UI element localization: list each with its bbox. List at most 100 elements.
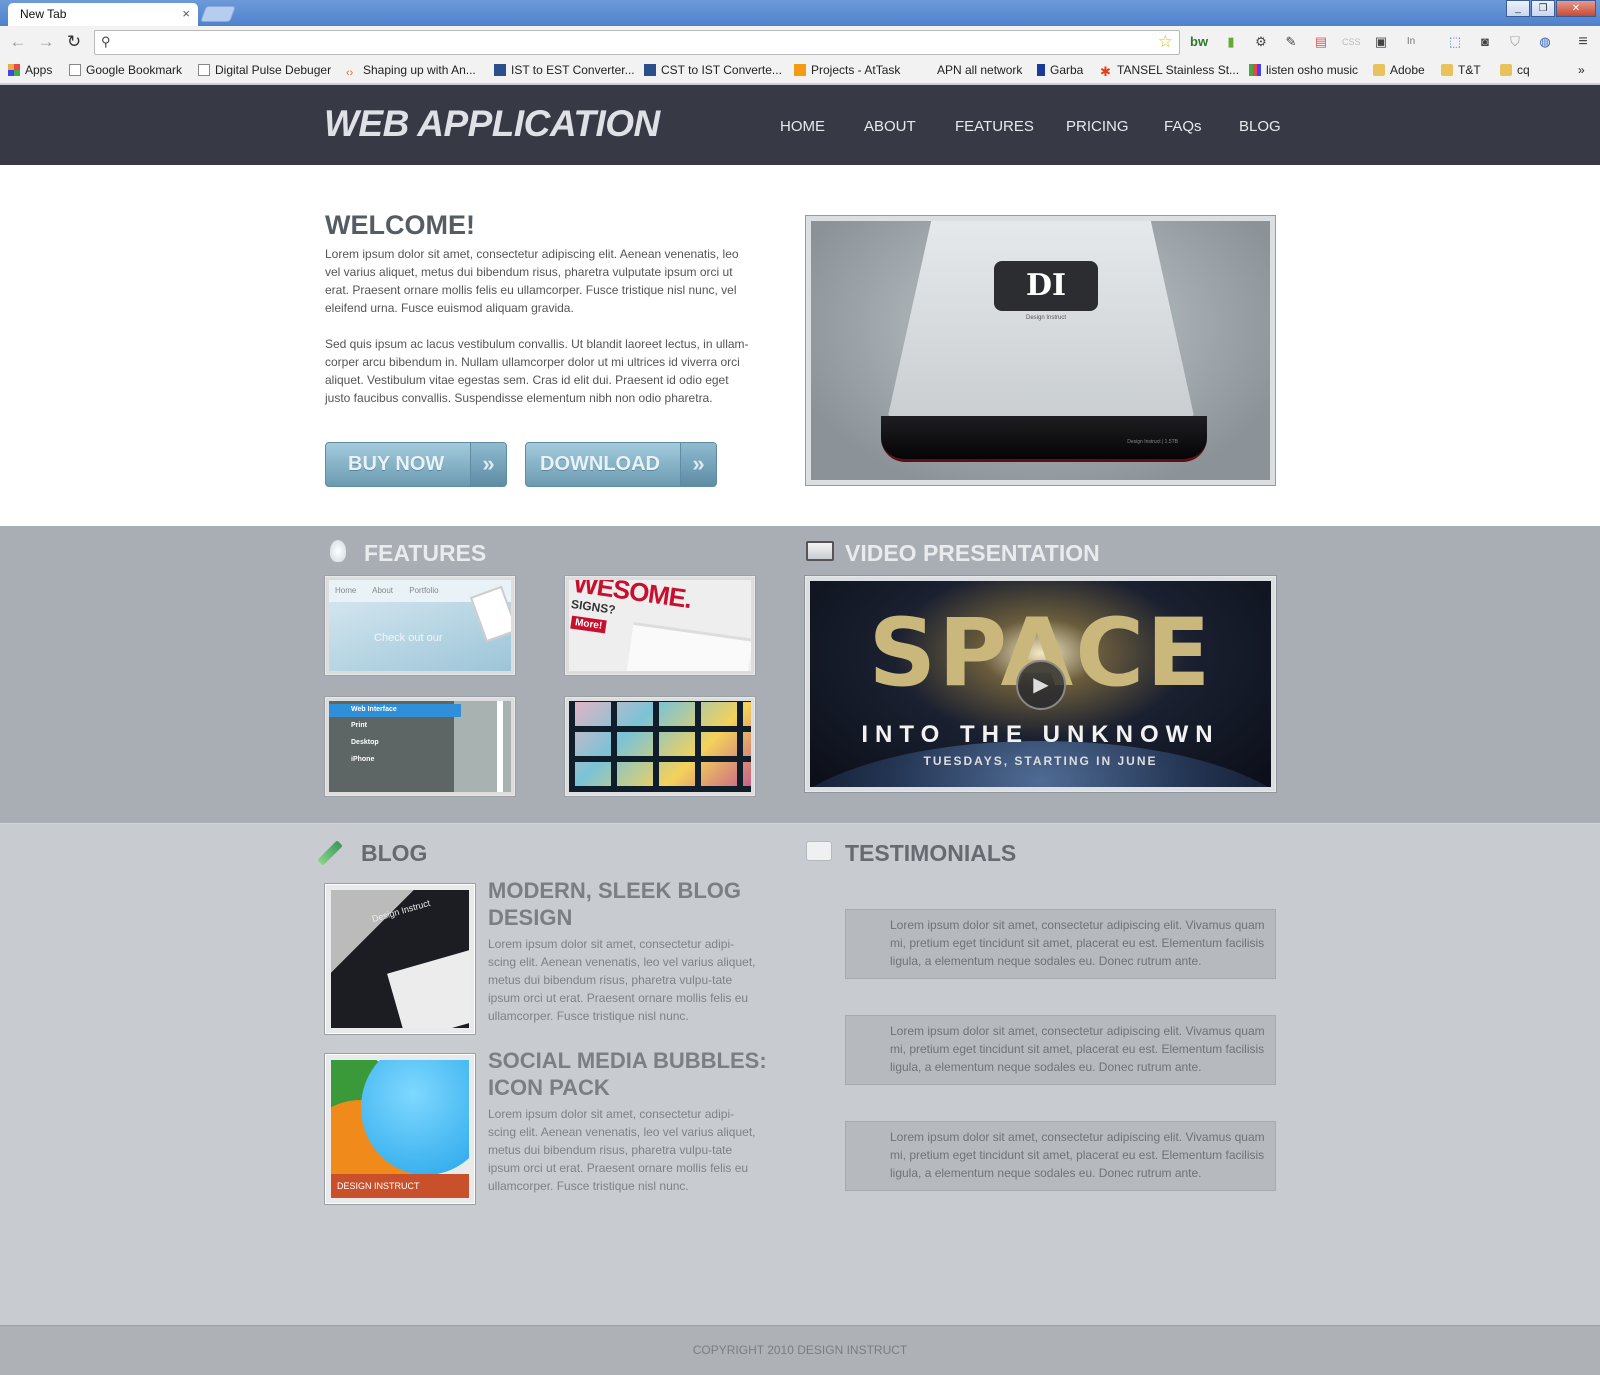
blog-post-image[interactable]: Design Instruct — [325, 884, 475, 1034]
feature-thumbnail[interactable]: Home About Portfolio Check out our — [325, 576, 515, 675]
bookmark-item[interactable]: listen osho music — [1249, 63, 1358, 77]
drive-label: Design Instruct | 1.5TB — [1127, 439, 1178, 445]
blog-post-image[interactable]: DESIGN INSTRUCT — [325, 1054, 475, 1204]
hero-image: DI Design Instruct Design Instruct | 1.5… — [805, 215, 1276, 486]
bookmark-folder[interactable]: cq — [1500, 63, 1530, 77]
bw-extension-icon[interactable]: bw — [1190, 33, 1208, 51]
address-input[interactable] — [121, 33, 1141, 52]
gear-icon[interactable]: ⚙ — [1252, 33, 1270, 51]
tab-title: New Tab — [20, 7, 67, 21]
extension-icon[interactable]: ▤ — [1312, 33, 1330, 51]
extension-icon[interactable]: ▣ — [1372, 33, 1390, 51]
tab-close-icon[interactable]: × — [182, 6, 190, 21]
bookmark-star-icon[interactable]: ☆ — [1158, 32, 1173, 52]
music-icon — [1249, 64, 1261, 76]
testimonial-card: Lorem ipsum dolor sit amet, consectetur … — [845, 909, 1276, 979]
nav-about[interactable]: ABOUT — [864, 118, 916, 135]
monitor-icon — [806, 541, 834, 561]
linkedin-extension-icon[interactable]: In — [1402, 33, 1420, 51]
site-header: WEB APPLICATION HOME ABOUT FEATURES PRIC… — [0, 85, 1600, 165]
bookmark-item[interactable]: ✱ TANSEL Stainless St... — [1100, 63, 1239, 78]
code-icon: ‹› — [346, 67, 354, 79]
clock-icon — [494, 64, 506, 76]
bookmark-item[interactable]: APN all network — [937, 63, 1022, 77]
site-footer: COPYRIGHT 2010 DESIGN INSTRUCT — [0, 1325, 1600, 1375]
bookmark-item[interactable]: Google Bookmark — [69, 63, 182, 77]
clock-icon — [644, 64, 656, 76]
blog-post-title[interactable]: MODERN, SLEEK BLOG DESIGN — [488, 877, 778, 931]
feature-thumbnail[interactable]: Web Interface Print Desktop iPhone — [325, 697, 515, 796]
bookmark-item[interactable]: CST to IST Converte... — [644, 63, 782, 77]
blog-post-excerpt: Lorem ipsum dolor sit amet, consectetur … — [488, 937, 756, 1023]
buy-now-label: BUY NOW — [348, 453, 445, 475]
nav-faqs[interactable]: FAQs — [1164, 118, 1202, 135]
eyedropper-icon[interactable]: ✎ — [1282, 33, 1300, 51]
new-tab-button[interactable] — [200, 6, 236, 22]
video-subline: INTO THE UNKNOWN — [861, 721, 1220, 748]
welcome-paragraph: Lorem ipsum dolor sit amet, consectetur … — [325, 247, 739, 315]
welcome-paragraph: Sed quis ipsum ac lacus vestibulum conva… — [325, 337, 749, 405]
page-icon — [198, 64, 210, 76]
thumb-nav-item: Home — [335, 586, 357, 595]
play-icon[interactable]: ▶ — [1016, 660, 1066, 710]
mask-icon[interactable]: ◙ — [1476, 33, 1494, 51]
menu-icon[interactable]: ≡ — [1574, 33, 1592, 51]
css-extension-icon[interactable]: CSS — [1342, 33, 1361, 51]
bookmark-item[interactable]: IST to EST Converter... — [494, 63, 635, 77]
bookmark-icon — [1037, 64, 1045, 76]
bookmarks-overflow-icon[interactable]: » — [1578, 63, 1585, 77]
screen-capture-icon[interactable]: ⬚ — [1446, 33, 1464, 51]
nav-features[interactable]: FEATURES — [955, 118, 1034, 135]
video-player[interactable]: SPACE INTO THE UNKNOWN TUESDAYS, STARTIN… — [805, 576, 1276, 792]
site-logo[interactable]: WEB APPLICATION — [324, 103, 660, 145]
blog-post-title[interactable]: SOCIAL MEDIA BUBBLES: ICON PACK — [488, 1047, 778, 1101]
nav-blog[interactable]: BLOG — [1239, 118, 1281, 135]
minimize-icon[interactable]: _ — [1506, 0, 1530, 17]
apps-icon — [8, 64, 20, 76]
download-button[interactable]: DOWNLOAD » — [525, 442, 717, 487]
hero-section: WELCOME! Lorem ipsum dolor sit amet, con… — [0, 165, 1600, 526]
blog-title: BLOG — [361, 840, 428, 866]
bookmark-item[interactable]: Garba — [1037, 63, 1083, 77]
shield-icon[interactable]: ⛉ — [1506, 33, 1524, 51]
extension-icon[interactable]: ▮ — [1222, 33, 1240, 51]
buy-now-button[interactable]: BUY NOW » — [325, 442, 507, 487]
browser-tab[interactable]: New Tab × — [8, 3, 198, 26]
bookmark-apps[interactable]: Apps — [8, 63, 52, 77]
browser-tab-bar: New Tab × _ ❐ ✕ — [0, 0, 1600, 26]
page-icon — [69, 64, 81, 76]
double-chevron-icon: » — [680, 443, 716, 486]
nav-home[interactable]: HOME — [780, 118, 825, 135]
bookmark-folder[interactable]: T&T — [1441, 63, 1481, 77]
blog-image-caption: Design Instruct — [370, 897, 432, 925]
video-title: VIDEO PRESENTATION — [845, 540, 1100, 566]
double-chevron-icon: » — [470, 443, 506, 486]
thumb-caption: Check out our — [374, 632, 443, 644]
back-icon[interactable]: ← — [8, 32, 28, 52]
testimonials-title: TESTIMONIALS — [845, 840, 1017, 866]
drive-brand: Design Instruct — [1025, 315, 1067, 321]
hard-drive-illustration: DI Design Instruct Design Instruct | 1.5… — [811, 221, 1270, 480]
close-window-icon[interactable]: ✕ — [1556, 0, 1596, 17]
bookmark-item[interactable]: Projects - AtTask — [794, 63, 900, 77]
bookmark-item[interactable]: Digital Pulse Debuger — [198, 63, 331, 77]
thumb-menu-item: Desktop — [351, 739, 379, 746]
forward-icon[interactable]: → — [36, 32, 56, 52]
bookmark-item[interactable]: ‹› Shaping up with An... — [346, 63, 476, 79]
address-bar[interactable]: ⚲ ☆ — [94, 30, 1180, 55]
feature-thumbnail[interactable] — [565, 697, 755, 796]
blog-image-caption: DESIGN INSTRUCT — [331, 1174, 469, 1198]
pencil-icon — [317, 840, 343, 866]
browser-toolbar: ← → ↻ ⚲ ☆ bw ▮ ⚙ ✎ ▤ CSS ▣ In ⬚ ◙ ⛉ ◍ ≡ — [0, 26, 1600, 59]
restore-icon[interactable]: ❐ — [1531, 0, 1555, 17]
bookmark-folder[interactable]: Adobe — [1373, 63, 1425, 77]
content-section: BLOG Design Instruct MODERN, SLEEK BLOG … — [0, 825, 1600, 1325]
features-band: FEATURES Home About Portfolio Check out … — [0, 526, 1600, 824]
reload-icon[interactable]: ↻ — [64, 32, 84, 52]
thumb-nav-item: About — [372, 586, 394, 595]
features-title: FEATURES — [364, 540, 487, 566]
feature-thumbnail[interactable]: WESOME. SIGNS? More! — [565, 576, 755, 675]
nav-pricing[interactable]: PRICING — [1066, 118, 1129, 135]
folder-icon — [1373, 64, 1385, 76]
globe-icon[interactable]: ◍ — [1536, 33, 1554, 51]
